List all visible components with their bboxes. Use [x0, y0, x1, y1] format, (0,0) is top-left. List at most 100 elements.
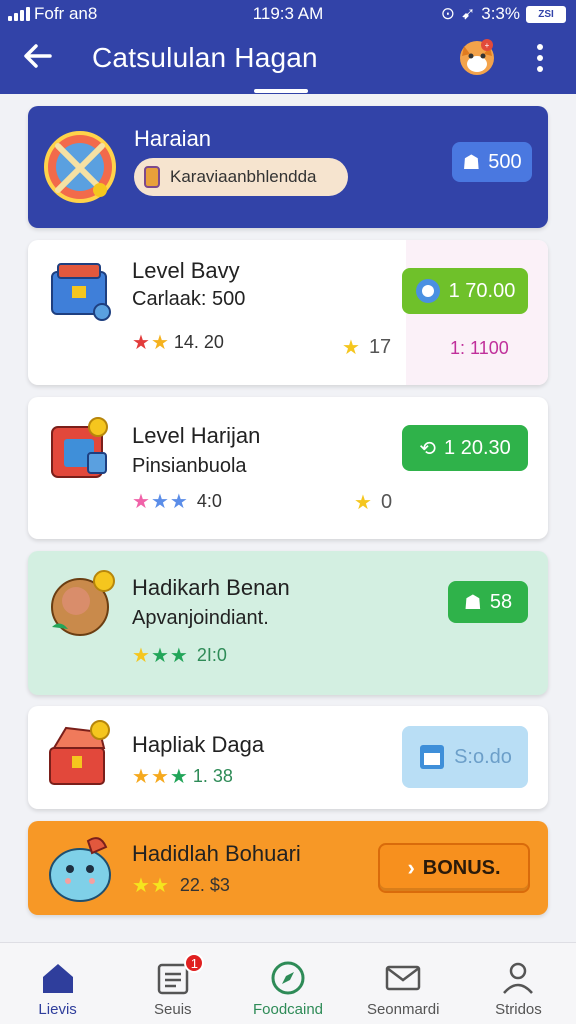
- star-icon: ★: [150, 331, 169, 354]
- card-subtitle: Apvanjoindiant.: [132, 607, 269, 629]
- reward-card-haraian[interactable]: Haraian Karaviaanbhlendda ☗ 500: [28, 106, 548, 228]
- more-vertical-icon[interactable]: [532, 42, 548, 74]
- gift-icon: ☗: [462, 151, 481, 174]
- reward-value: 500: [488, 150, 522, 173]
- count-value: 0: [380, 491, 393, 513]
- reward-card-level-harijan[interactable]: Level Harijan Pinsianbuola ★ ★ ★ 4:0 ★ 0…: [28, 397, 548, 539]
- star-icon: ★: [132, 490, 150, 513]
- card-subtitle: Pinsianbuola: [132, 455, 247, 477]
- rating-value: 14. 20: [173, 332, 224, 352]
- reward-value: S:o.do: [454, 745, 512, 768]
- card-title: Haraian: [134, 126, 212, 151]
- nav-item-seonmardi[interactable]: Seonmardi: [346, 943, 461, 1024]
- svg-text:+: +: [485, 41, 490, 50]
- mail-icon: [385, 965, 421, 991]
- reward-button[interactable]: ⟲ 1 20.30: [402, 425, 528, 471]
- note-icon: [420, 745, 445, 769]
- nav-item-lievis[interactable]: Lievis: [0, 943, 115, 1024]
- briefcase-icon: [51, 263, 111, 321]
- star-icon: ★: [150, 644, 169, 667]
- star-icon: ★: [132, 765, 150, 788]
- app-header: Fofr an8 119:3 AM ⊙ ➹ 3:3% ZSI Catsulula…: [0, 0, 576, 94]
- star-icon: ★: [150, 765, 169, 788]
- fox-avatar-icon[interactable]: +: [456, 36, 498, 78]
- reward-card-level-bavy[interactable]: Level Bavy Carlaak: 500 ★ ★ 14. 20 ★ 17 …: [28, 240, 548, 385]
- star-icon: ★: [132, 874, 150, 897]
- bottle-icon: [144, 166, 160, 188]
- star-icon: ★: [150, 874, 169, 897]
- swords-badge-icon: [44, 131, 116, 203]
- count-value: 17: [368, 336, 392, 358]
- person-icon: [503, 962, 534, 994]
- star-count: ★ 17: [342, 336, 391, 359]
- rating-row: ★ ★ 14. 20: [132, 332, 224, 353]
- rating-value: 1. 38: [192, 766, 233, 786]
- secondary-value: 1: 1100: [450, 338, 509, 358]
- star-icon: ★: [169, 644, 188, 667]
- home-icon: [42, 964, 73, 993]
- star-icon: ★: [169, 765, 188, 788]
- nav-label: Seuis: [154, 1001, 192, 1018]
- reward-button[interactable]: 1 70.00: [402, 268, 528, 314]
- rating-row: ★ ★ ★ 1. 38: [132, 766, 233, 787]
- treasure-chest-icon: [49, 720, 110, 785]
- star-count: ★ 0: [354, 491, 392, 514]
- star-icon: ★: [132, 331, 150, 354]
- nav-label: Lievis: [38, 1001, 77, 1018]
- nav-item-seuis[interactable]: 1 Seuis: [115, 943, 230, 1024]
- star-icon: ★: [150, 490, 169, 513]
- gift-box-icon: [51, 417, 108, 478]
- alarm-icon: ⊙: [440, 4, 455, 23]
- card-title: Hadikarh Benan: [132, 575, 290, 600]
- compass-icon: [271, 961, 305, 995]
- battery-percent: 3:3%: [481, 4, 520, 23]
- rating-value: 22. $3: [179, 875, 230, 895]
- notification-badge: 1: [184, 953, 205, 973]
- nav-item-stridos[interactable]: Stridos: [461, 943, 576, 1024]
- battery-icon: ZSI: [526, 5, 566, 23]
- card-subtitle: Carlaak: 500: [132, 288, 246, 310]
- bonus-label: BONUS.: [422, 856, 501, 879]
- reward-button[interactable]: S:o.do: [402, 726, 528, 788]
- tag-label: Karaviaanbhlendda: [170, 167, 317, 186]
- star-icon: ★: [132, 644, 150, 667]
- star-icon: ★: [342, 336, 360, 359]
- rating-value: 2I:0: [196, 645, 227, 665]
- rating-row: ★ ★ ★ 2I:0: [132, 645, 227, 666]
- gift-icon: ☗: [463, 591, 482, 614]
- star-icon: ★: [169, 490, 188, 513]
- nav-label: Foodcaind: [252, 1001, 324, 1018]
- reward-button[interactable]: ☗ 58: [448, 581, 528, 623]
- star-icon: ★: [354, 491, 372, 514]
- reward-value: 1 20.30: [444, 436, 511, 459]
- tab-indicator: [254, 89, 308, 93]
- coin-icon: [415, 279, 440, 303]
- rating-row: ★ ★ 22. $3: [132, 875, 230, 896]
- card-title: Level Bavy: [132, 258, 240, 283]
- location-icon: ➹: [461, 4, 476, 23]
- back-arrow-icon[interactable]: [22, 40, 54, 72]
- status-bar: Fofr an8 119:3 AM ⊙ ➹ 3:3% ZSI: [0, 4, 576, 26]
- rating-value: 4:0: [196, 491, 222, 511]
- chevron-right-icon: ›: [407, 855, 415, 880]
- reward-value: 58: [489, 590, 513, 613]
- rating-row: ★ ★ ★ 4:0: [132, 491, 222, 512]
- reward-card-hadikarh-benan[interactable]: Hadikarh Benan Apvanjoindiant. ★ ★ ★ 2I:…: [28, 551, 548, 695]
- card-title: Hapliak Daga: [132, 732, 265, 757]
- reward-button[interactable]: ☗ 500: [452, 142, 532, 182]
- info-tag: Karaviaanbhlendda: [134, 158, 348, 196]
- bonus-button[interactable]: › BONUS.: [378, 843, 530, 893]
- nav-label: Stridos: [495, 1001, 542, 1018]
- bottom-navigation: Lievis 1 Seuis Foodcaind Seonmardi Strid…: [0, 942, 576, 1024]
- reward-value: 1 70.00: [448, 279, 516, 302]
- card-title: Hadidlah Bohuari: [132, 841, 301, 866]
- nav-label: Seonmardi: [366, 1001, 440, 1018]
- reward-card-bonus[interactable]: Hadidlah Bohuari ★ ★ 22. $3 › BONUS.: [28, 821, 548, 915]
- card-title: Level Harijan: [132, 423, 261, 448]
- refresh-icon: ⟲: [419, 437, 437, 460]
- nav-item-foodcaind[interactable]: Foodcaind: [230, 943, 345, 1024]
- creature-icon: [49, 837, 111, 902]
- page-title: Catsululan Hagan: [92, 42, 318, 73]
- reward-card-hapliak-daga[interactable]: Hapliak Daga ★ ★ ★ 1. 38 S:o.do: [28, 706, 548, 809]
- bear-coin-icon: [51, 570, 115, 636]
